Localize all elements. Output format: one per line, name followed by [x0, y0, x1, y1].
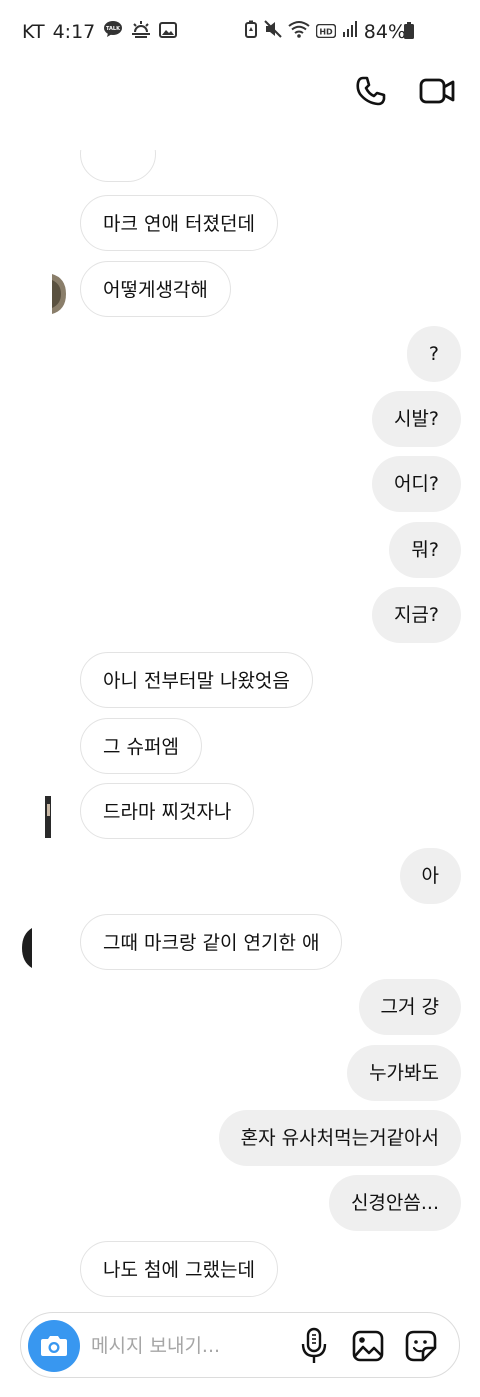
svg-text:TALK: TALK	[106, 26, 121, 32]
message-bubble-outgoing[interactable]: 누가봐도	[347, 1045, 461, 1101]
voice-call-button[interactable]	[354, 74, 388, 108]
status-left: KT 4:17 TALK	[22, 20, 178, 43]
message-bubble-outgoing[interactable]: 시발?	[371, 391, 461, 447]
battery-saver-icon	[244, 20, 258, 43]
camera-icon	[41, 1336, 67, 1356]
voice-message-button[interactable]	[300, 1327, 328, 1365]
camera-button[interactable]	[28, 1320, 80, 1372]
carrier-label: KT	[22, 20, 45, 43]
sticker-button[interactable]	[404, 1329, 438, 1363]
message-bubble-incoming[interactable]: 드라마 찌것자나	[80, 783, 255, 839]
video-call-button[interactable]	[418, 72, 456, 110]
status-bar: KT 4:17 TALK HD 84%	[0, 0, 480, 62]
weather-icon	[131, 20, 151, 43]
contact-name[interactable]	[22, 82, 272, 102]
message-bubble-outgoing[interactable]: 혼자 유사처먹는거같아서	[218, 1110, 461, 1166]
hd-icon: HD	[315, 21, 337, 43]
gallery-button[interactable]	[351, 1329, 385, 1363]
message-composer	[20, 1312, 460, 1378]
message-bubble-outgoing[interactable]: 그거 걍	[358, 979, 461, 1035]
contact-avatar[interactable]	[52, 274, 66, 314]
clipped-message-bubble	[80, 150, 156, 186]
battery-icon	[404, 22, 414, 39]
message-bubble-outgoing[interactable]: 신경안씀...	[328, 1175, 461, 1231]
message-bubble-outgoing[interactable]: ?	[406, 326, 461, 382]
message-bubble-outgoing[interactable]: 뭐?	[389, 522, 461, 578]
microphone-icon	[301, 1327, 327, 1363]
message-bubble-outgoing[interactable]: 지금?	[371, 587, 461, 643]
message-bubble-outgoing[interactable]: 아	[399, 848, 461, 904]
chat-header	[0, 62, 480, 122]
message-input[interactable]	[91, 1327, 291, 1365]
wifi-icon	[288, 20, 310, 43]
message-bubble-incoming[interactable]: 아니 전부터말 나왔엇음	[80, 652, 313, 708]
clock: 4:17	[52, 20, 96, 43]
sticker-icon	[405, 1330, 437, 1362]
message-bubble-incoming[interactable]: 그때 마크랑 같이 연기한 애	[80, 914, 343, 970]
message-bubble-incoming[interactable]: 마크 연애 터졌던데	[80, 195, 278, 251]
contact-avatar[interactable]	[22, 928, 32, 968]
svg-text:HD: HD	[319, 27, 333, 36]
signal-icon	[342, 20, 358, 43]
message-bubble-incoming[interactable]: 나도 첨에 그랬는데	[80, 1241, 278, 1297]
mute-icon	[264, 20, 282, 43]
video-icon	[419, 78, 455, 104]
message-bubble-incoming[interactable]: 그 슈퍼엠	[80, 718, 202, 774]
kakaotalk-icon: TALK	[103, 20, 123, 43]
image-icon	[159, 21, 178, 43]
contact-avatar[interactable]	[44, 796, 52, 838]
gallery-icon	[352, 1330, 384, 1362]
phone-icon	[356, 76, 386, 106]
status-right: HD 84%	[244, 20, 406, 43]
battery-level: 84%	[363, 20, 406, 43]
message-bubble-incoming[interactable]: 어떻게생각해	[80, 261, 231, 317]
message-bubble-outgoing[interactable]: 어디?	[371, 456, 461, 512]
